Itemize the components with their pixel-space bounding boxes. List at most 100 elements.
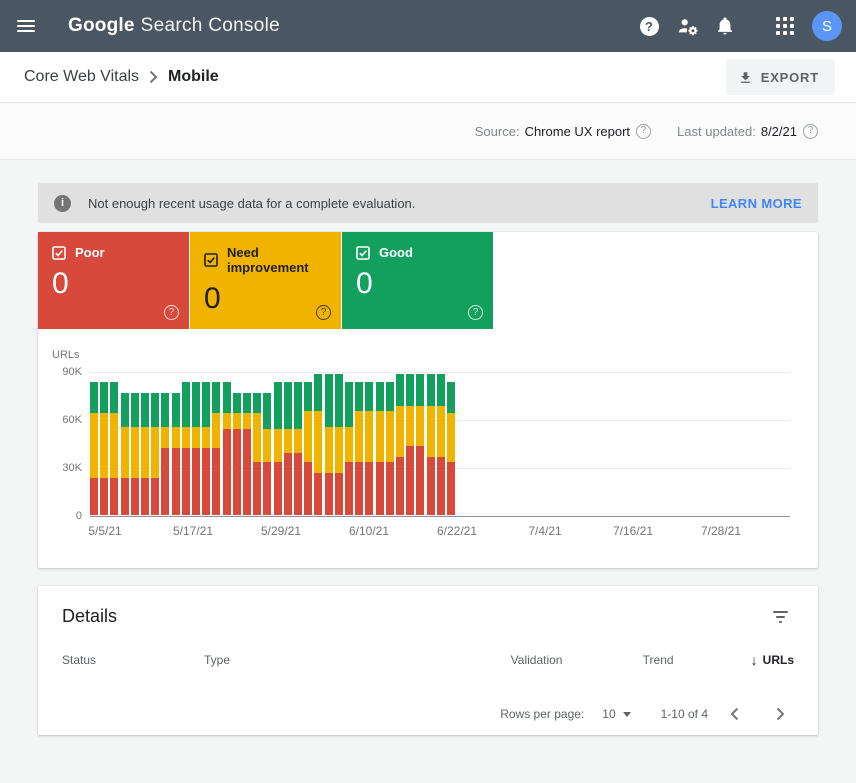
breadcrumb: Core Web Vitals Mobile EXPORT [0,52,856,103]
stacked-bar[interactable] [90,382,98,515]
stacked-bar[interactable] [172,393,180,515]
stacked-bar[interactable] [335,374,343,515]
x-tick-label: 5/5/21 [88,524,121,538]
stacked-bar[interactable] [233,393,241,515]
stacked-bar[interactable] [192,382,200,515]
column-trend[interactable]: Trend [643,653,751,667]
column-urls[interactable]: ↓ URLs [751,652,794,668]
x-tick-label: 7/28/21 [701,524,741,538]
stacked-bar[interactable] [151,393,159,515]
stacked-bar[interactable] [284,382,292,515]
info-icon: i [54,195,71,212]
app-bar-actions: ? S [630,7,842,45]
manage-users-icon[interactable] [668,7,706,45]
help-icon[interactable]: ? [630,7,668,45]
stacked-bar[interactable] [131,393,139,515]
details-title: Details [62,606,794,627]
report-meta: Source: Chrome UX report ? Last updated:… [0,103,856,160]
updated-value: 8/2/21 [761,124,797,139]
x-tick-label: 7/16/21 [613,524,653,538]
previous-page-button[interactable] [714,696,754,732]
stacked-bar[interactable] [294,382,302,515]
table-header-row: Status Type Validation Trend ↓ URLs [38,652,818,668]
stacked-bar[interactable] [314,374,322,515]
stacked-bar[interactable] [406,374,414,515]
checkbox-checked-icon[interactable] [204,253,218,267]
stacked-bar[interactable] [243,393,251,515]
page: Google Search Console ? S [0,0,856,783]
next-page-button[interactable] [760,696,800,732]
app-logo[interactable]: Google Search Console [68,15,280,37]
app-bar: Google Search Console ? S [0,0,856,52]
apps-grid-icon[interactable] [766,7,804,45]
download-icon [738,70,753,85]
stacked-bar[interactable] [386,382,394,515]
rows-per-page-label: Rows per page: [500,707,584,721]
y-axis-title: URLs [52,349,80,361]
stacked-bar[interactable] [274,382,282,515]
scorecard-label: Poor [75,245,105,260]
stacked-bar[interactable] [161,393,169,515]
details-card: Details Status Type Validation Trend ↓ U… [38,586,818,735]
stacked-bar[interactable] [416,374,424,515]
scorecards: Poor 0 ? Need improvement 0 ? [38,232,818,329]
scorecard-help-icon[interactable]: ? [468,305,483,320]
scorecard-help-icon[interactable]: ? [316,305,331,320]
learn-more-link[interactable]: LEARN MORE [711,196,802,211]
export-button[interactable]: EXPORT [726,59,835,95]
pagination: Rows per page: 10 1-10 of 4 [500,696,800,732]
rows-per-page-select[interactable]: 10 [602,707,630,721]
updated-help-icon[interactable]: ? [803,124,818,139]
scorecard-poor[interactable]: Poor 0 ? [38,232,189,329]
column-status[interactable]: Status [62,653,204,667]
stacked-bar[interactable] [212,382,220,515]
filter-icon[interactable] [768,608,792,626]
scorecard-label: Good [379,245,413,260]
scorecard-label: Need improvement [227,245,327,275]
info-banner: i Not enough recent usage data for a com… [38,183,818,223]
scorecard-need-improvement[interactable]: Need improvement 0 ? [190,232,341,329]
stacked-bar[interactable] [253,393,261,515]
caret-down-icon [623,712,631,717]
breadcrumb-parent[interactable]: Core Web Vitals [24,68,139,86]
stacked-bar[interactable] [447,382,455,515]
stacked-bar[interactable] [437,374,445,515]
stacked-bar[interactable] [345,382,353,515]
scorecard-good[interactable]: Good 0 ? [342,232,493,329]
stacked-bar[interactable] [202,382,210,515]
stacked-bar[interactable] [325,374,333,515]
column-validation[interactable]: Validation [511,653,643,667]
checkbox-checked-icon[interactable] [356,246,370,260]
stacked-bar[interactable] [182,382,190,515]
chart-card: Poor 0 ? Need improvement 0 ? [38,232,818,568]
menu-icon[interactable] [14,6,54,46]
scorecard-help-icon[interactable]: ? [164,305,179,320]
column-type[interactable]: Type [204,653,511,667]
stacked-bar[interactable] [141,393,149,515]
scorecard-value: 0 [356,267,479,301]
stacked-bar[interactable] [121,393,129,515]
stacked-bar[interactable] [110,382,118,515]
stacked-bar[interactable] [263,393,271,515]
stacked-bar[interactable] [396,374,404,515]
stacked-bar[interactable] [365,382,373,515]
source-help-icon[interactable]: ? [636,124,651,139]
scorecard-value: 0 [52,267,175,301]
checkbox-checked-icon[interactable] [52,246,66,260]
chart-plot[interactable] [90,372,790,516]
updated-label: Last updated: [677,124,756,139]
export-label: EXPORT [761,70,819,85]
avatar[interactable]: S [812,11,842,41]
x-tick-label: 7/4/21 [528,524,561,538]
stacked-bar[interactable] [376,382,384,515]
stacked-bar[interactable] [100,382,108,515]
stacked-bar[interactable] [355,382,363,515]
stacked-bar[interactable] [427,374,435,515]
avatar-initial: S [822,18,832,35]
notifications-icon[interactable] [706,7,744,45]
banner-message: Not enough recent usage data for a compl… [88,196,415,211]
x-tick-label: 5/17/21 [173,524,213,538]
sort-down-icon: ↓ [751,652,758,668]
stacked-bar[interactable] [304,382,312,515]
stacked-bar[interactable] [223,382,231,515]
